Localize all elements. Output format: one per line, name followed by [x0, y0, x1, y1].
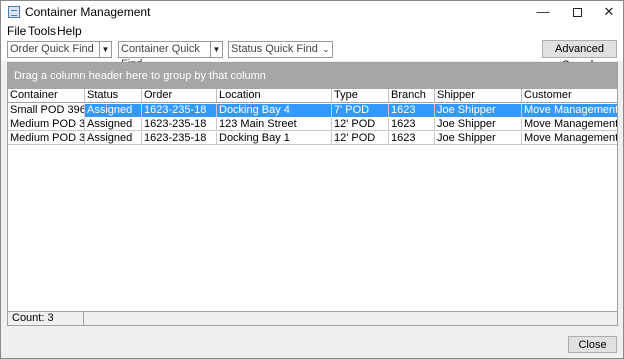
- cell-type[interactable]: 7' POD: [332, 104, 389, 117]
- maximize-button[interactable]: [561, 1, 593, 23]
- column-header-location[interactable]: Location: [217, 89, 332, 102]
- cell-order[interactable]: 1623-235-18: [142, 118, 217, 131]
- row-count: Count: 3: [8, 312, 84, 325]
- cell-customer[interactable]: Move Management, Inc ...: [522, 104, 617, 117]
- app-icon: [8, 6, 20, 18]
- cell-branch[interactable]: 1623: [389, 118, 435, 131]
- close-button[interactable]: Close: [568, 336, 617, 353]
- cell-order[interactable]: 1623-235-18: [142, 132, 217, 145]
- cell-branch[interactable]: 1623: [389, 132, 435, 145]
- container-quick-find-combo[interactable]: Container Quick Find ▼: [118, 41, 223, 70]
- window-title: Container Management: [25, 5, 151, 19]
- status-quick-find-combo[interactable]: Status Quick Find ⌄: [228, 41, 333, 58]
- cell-location[interactable]: Docking Bay 1: [217, 132, 332, 145]
- column-header-order[interactable]: Order: [142, 89, 217, 102]
- cell-container[interactable]: Medium POD 3921: [8, 118, 85, 131]
- container-management-window: Container Management — ✕ File Tools Help…: [0, 0, 624, 359]
- cell-status[interactable]: Assigned: [85, 104, 142, 117]
- cell-shipper[interactable]: Joe Shipper: [435, 118, 522, 131]
- containers-grid: Drag a column header here to group by th…: [7, 62, 618, 326]
- cell-status[interactable]: Assigned: [85, 118, 142, 131]
- menu-file[interactable]: File: [7, 24, 26, 38]
- dialog-button-area: Close: [1, 331, 623, 358]
- menu-help[interactable]: Help: [57, 24, 82, 38]
- column-header-customer[interactable]: Customer: [522, 89, 617, 102]
- title-bar: Container Management — ✕: [1, 1, 623, 23]
- column-header-status[interactable]: Status: [85, 89, 142, 102]
- cell-container[interactable]: Medium POD 3989: [8, 132, 85, 145]
- status-quick-find-text: Status Quick Find: [231, 43, 318, 55]
- filter-toolbar: Order Quick Find ▼ Container Quick Find …: [1, 39, 623, 71]
- column-header-type[interactable]: Type: [332, 89, 389, 102]
- advanced-search-button[interactable]: Advanced Search: [542, 40, 617, 71]
- group-by-panel[interactable]: Drag a column header here to group by th…: [8, 63, 617, 89]
- cell-type[interactable]: 12' POD: [332, 132, 389, 145]
- menu-bar: File Tools Help: [1, 23, 623, 39]
- chevron-down-icon[interactable]: ▼: [99, 42, 111, 57]
- cell-shipper[interactable]: Joe Shipper: [435, 104, 522, 117]
- order-quick-find-combo[interactable]: Order Quick Find ▼: [7, 41, 112, 58]
- column-header-shipper[interactable]: Shipper: [435, 89, 522, 102]
- cell-customer[interactable]: Move Management, Inc ...: [522, 118, 617, 131]
- order-quick-find-text: Order Quick Find: [10, 43, 94, 55]
- close-window-button[interactable]: ✕: [593, 1, 624, 23]
- maximize-icon: [572, 8, 582, 18]
- cell-location[interactable]: Docking Bay 4: [217, 104, 332, 117]
- column-header-container[interactable]: Container: [8, 89, 85, 102]
- grid-header: Container Status Order Location Type Bra…: [8, 89, 617, 103]
- cell-type[interactable]: 12' POD: [332, 118, 389, 131]
- table-row[interactable]: Small POD 3967 Assigned 1623-235-18 Dock…: [8, 104, 617, 117]
- table-row[interactable]: Medium POD 3921 Assigned 1623-235-18 123…: [8, 118, 617, 131]
- cell-shipper[interactable]: Joe Shipper: [435, 132, 522, 145]
- column-header-branch[interactable]: Branch: [389, 89, 435, 102]
- menu-tools[interactable]: Tools: [28, 24, 56, 38]
- chevron-down-icon[interactable]: ⌄: [320, 42, 332, 57]
- cell-location[interactable]: 123 Main Street: [217, 118, 332, 131]
- table-row[interactable]: Medium POD 3989 Assigned 1623-235-18 Doc…: [8, 132, 617, 145]
- chevron-down-icon[interactable]: ▼: [210, 42, 222, 57]
- cell-order[interactable]: 1623-235-18: [142, 104, 217, 117]
- grid-footer: Count: 3: [8, 311, 617, 325]
- cell-status[interactable]: Assigned: [85, 132, 142, 145]
- cell-container[interactable]: Small POD 3967: [8, 104, 85, 117]
- minimize-button[interactable]: —: [527, 1, 559, 23]
- cell-branch[interactable]: 1623: [389, 104, 435, 117]
- cell-customer[interactable]: Move Management, Inc ...: [522, 132, 617, 145]
